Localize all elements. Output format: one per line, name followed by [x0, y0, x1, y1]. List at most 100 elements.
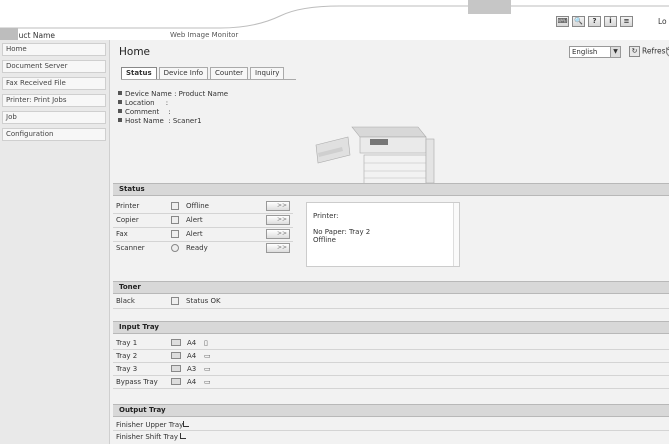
- input-tray-section: Input Tray: [113, 321, 669, 334]
- sidebar-item-job[interactable]: Job: [2, 111, 106, 124]
- printer-icon: [171, 202, 179, 210]
- refresh-button[interactable]: ↻ Refresh: [629, 46, 669, 57]
- info-value: :: [165, 99, 169, 107]
- scanner-icon: [171, 244, 179, 252]
- device-state-printer: Offline: [186, 202, 209, 210]
- sidebar: Home Document Server Fax Received File P…: [0, 40, 110, 444]
- search-icon[interactable]: 🔍: [572, 16, 585, 27]
- tray-name: Bypass Tray: [116, 378, 158, 386]
- chevron-down-icon: ▼: [610, 47, 620, 57]
- tray-paper-size: A4: [187, 378, 197, 386]
- message-line: Offline: [313, 236, 336, 244]
- toner-row: Black Status OK: [113, 296, 669, 310]
- copier-details-button[interactable]: >>: [266, 215, 290, 225]
- row-divider: [113, 375, 669, 376]
- device-info-row: Comment :: [118, 108, 228, 117]
- input-tray-heading: Input Tray: [113, 321, 669, 334]
- toner-heading: Toner: [113, 281, 669, 294]
- language-value: English: [572, 48, 598, 56]
- refresh-icon: ↻: [629, 46, 640, 57]
- status-message-box: Printer: No Paper: Tray 2 Offline: [306, 202, 460, 267]
- info-label: Host Name: [125, 117, 164, 125]
- tray-name: Tray 2: [116, 352, 138, 360]
- tray-name: Tray 3: [116, 365, 138, 373]
- info-value: : Scaner1: [168, 117, 202, 125]
- output-tray-list: Finisher Upper Tray Finisher Shift Tray: [113, 419, 669, 444]
- row-divider: [113, 349, 669, 350]
- tray-level-icon: [180, 433, 186, 439]
- header-toolbar: ⌨ 🔍 ? i ≡: [556, 16, 633, 27]
- landscape-orientation-icon: ▭: [204, 378, 211, 386]
- sidebar-item-home[interactable]: Home: [2, 43, 106, 56]
- top-header: Product Name Web Image Monitor ⌨ 🔍 ? i ≡…: [0, 0, 669, 44]
- device-name-fax: Fax: [116, 230, 128, 238]
- device-name-scanner: Scanner: [116, 244, 145, 252]
- toner-icon: [171, 297, 179, 305]
- message-scrollbar[interactable]: [453, 203, 459, 266]
- output-tray-name: Finisher Shift Tray: [116, 433, 179, 441]
- bullet-icon: [118, 118, 122, 122]
- tray-icon: [171, 378, 181, 385]
- language-select[interactable]: English ▼: [569, 46, 621, 58]
- status-section: Status: [113, 183, 669, 196]
- landscape-orientation-icon: ▭: [204, 352, 211, 360]
- tab-underline: [121, 79, 296, 80]
- tray-icon: [171, 365, 181, 372]
- output-tray-section: Output Tray: [113, 404, 669, 417]
- printer-details-button[interactable]: >>: [266, 201, 290, 211]
- toner-section: Toner: [113, 281, 669, 294]
- refresh-label: Refresh: [642, 46, 669, 56]
- bullet-icon: [118, 109, 122, 113]
- help-icon[interactable]: ?: [588, 16, 601, 27]
- fax-icon: [171, 230, 179, 238]
- tray-paper-size: A4: [187, 352, 197, 360]
- message-line: No Paper: Tray 2: [313, 228, 371, 236]
- sidebar-item-configuration[interactable]: Configuration: [2, 128, 106, 141]
- device-info-list: Device Name : Product Name Location : Co…: [118, 90, 228, 126]
- bullet-icon: [118, 100, 122, 104]
- tray-name: Tray 1: [116, 339, 138, 347]
- sidebar-item-document-server[interactable]: Document Server: [2, 60, 106, 73]
- device-info-row: Host Name : Scaner1: [118, 117, 228, 126]
- main-content: Home English ▼ ↻ Refresh Status Device In…: [110, 40, 669, 444]
- keyboard-icon[interactable]: ⌨: [556, 16, 569, 27]
- info-value: : Product Name: [174, 90, 229, 98]
- device-info-row: Device Name : Product Name: [118, 90, 228, 99]
- output-tray-name: Finisher Upper Tray: [116, 421, 184, 429]
- tray-paper-size: A4: [187, 339, 197, 347]
- toner-state: Status OK: [186, 297, 221, 305]
- sidebar-item-fax-received-file[interactable]: Fax Received File: [2, 77, 106, 90]
- toner-color: Black: [116, 297, 135, 305]
- row-divider: [113, 430, 669, 431]
- portrait-orientation-icon: ▯: [204, 339, 208, 347]
- sidebar-item-print-jobs[interactable]: Printer: Print Jobs: [2, 94, 106, 107]
- device-state-scanner: Ready: [186, 244, 208, 252]
- device-state-copier: Alert: [186, 216, 203, 224]
- tray-paper-size: A3: [187, 365, 197, 373]
- info-icon[interactable]: i: [604, 16, 617, 27]
- row-divider: [113, 227, 293, 228]
- row-divider: [113, 388, 669, 389]
- info-value: :: [168, 108, 171, 116]
- device-name-printer: Printer: [116, 202, 140, 210]
- input-tray-list: Tray 1 A4 ▯ Tray 2 A4 ▭ Tray 3 A3 ▭ Bypa…: [113, 336, 669, 392]
- scanner-details-button[interactable]: >>: [266, 243, 290, 253]
- info-label: Location: [125, 99, 155, 107]
- status-heading: Status: [113, 183, 669, 196]
- output-tray-heading: Output Tray: [113, 404, 669, 417]
- tray-icon: [171, 352, 181, 359]
- header-tab-decoration: [468, 0, 511, 14]
- copier-icon: [171, 216, 179, 224]
- info-label: Comment: [125, 108, 160, 116]
- info-label: Device Name: [125, 90, 172, 98]
- app-title: Web Image Monitor: [170, 31, 239, 39]
- row-divider: [113, 213, 293, 214]
- fax-details-button[interactable]: >>: [266, 229, 290, 239]
- tray-level-icon: [183, 421, 189, 427]
- row-divider: [113, 241, 293, 242]
- menu-icon[interactable]: ≡: [620, 16, 633, 27]
- message-title: Printer:: [313, 212, 339, 220]
- logout-link[interactable]: Lo: [658, 17, 667, 26]
- bullet-icon: [118, 91, 122, 95]
- device-name-copier: Copier: [116, 216, 139, 224]
